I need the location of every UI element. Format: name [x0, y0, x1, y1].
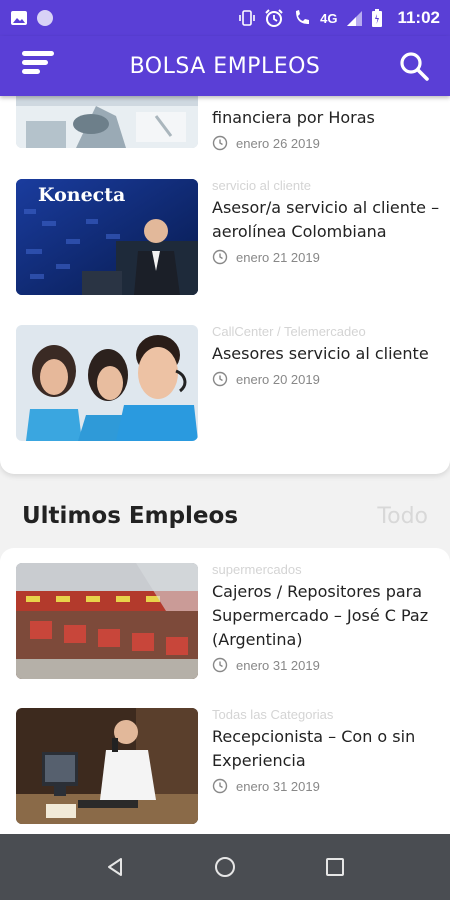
clock-icon — [212, 135, 228, 151]
home-icon[interactable] — [210, 852, 240, 882]
job-title: Asesores servicio al cliente — [212, 344, 429, 363]
job-date: enero 20 2019 — [212, 371, 440, 387]
app-bar: BOLSA EMPLEOS — [0, 36, 450, 96]
job-thumbnail: Konecta — [16, 179, 198, 295]
job-category: CallCenter / Telemercadeo — [212, 324, 366, 339]
back-icon[interactable] — [100, 852, 130, 882]
job-date: enero 31 2019 — [212, 778, 440, 794]
job-category: supermercados — [212, 562, 302, 577]
clock-icon — [212, 778, 228, 794]
job-category: servicio al cliente — [212, 178, 311, 193]
vibrate-icon — [239, 10, 255, 26]
network-type: 4G — [320, 10, 338, 26]
job-title: Asesor/a servicio al cliente – aerolínea… — [212, 198, 440, 241]
clock-time: 11:02 — [397, 8, 440, 27]
see-all-link[interactable]: Todo — [377, 504, 428, 529]
job-thumbnail — [16, 96, 198, 148]
job-item[interactable]: Konecta servicio al cliente Asesor/a ser… — [0, 178, 450, 298]
job-title: financiera por Horas — [212, 108, 375, 127]
app-title: BOLSA EMPLEOS — [129, 53, 321, 79]
circle-icon — [37, 10, 53, 26]
job-thumbnail — [16, 708, 198, 824]
recents-icon[interactable] — [320, 852, 350, 882]
job-date: enero 31 2019 — [212, 657, 440, 673]
job-date-text: enero 20 2019 — [236, 371, 320, 387]
featured-jobs-card: financiera por Horas enero 26 2019 Konec… — [0, 96, 450, 474]
job-date-text: enero 31 2019 — [236, 778, 320, 794]
job-date-text: enero 31 2019 — [236, 657, 320, 673]
wifi-call-icon — [296, 10, 310, 24]
status-bar: 4G 11:02 — [0, 0, 450, 36]
job-title: Recepcionista – Con o sin Experiencia — [212, 727, 416, 770]
clock-icon — [212, 249, 228, 265]
job-item[interactable]: CallCenter / Telemercadeo Asesores servi… — [0, 324, 450, 444]
latest-jobs-card: supermercados Cajeros / Repositores para… — [0, 548, 450, 834]
job-date: enero 26 2019 — [212, 135, 440, 151]
job-item[interactable]: supermercados Cajeros / Repositores para… — [0, 562, 450, 684]
job-title: Cajeros / Repositores para Supermercado … — [212, 582, 429, 649]
image-icon — [11, 11, 27, 25]
job-thumbnail — [16, 325, 198, 441]
content: financiera por Horas enero 26 2019 Konec… — [0, 96, 450, 834]
clock-icon — [212, 657, 228, 673]
job-date-text: enero 26 2019 — [236, 135, 320, 151]
search-icon[interactable] — [398, 50, 430, 82]
section-title: Ultimos Empleos — [22, 503, 239, 529]
job-date-text: enero 21 2019 — [236, 249, 320, 265]
clock-icon — [212, 371, 228, 387]
job-item[interactable]: financiera por Horas enero 26 2019 — [0, 96, 450, 154]
alarm-icon — [265, 9, 283, 27]
signal-icon — [347, 11, 363, 26]
latest-jobs-header: Ultimos Empleos Todo — [0, 486, 450, 546]
job-date: enero 21 2019 — [212, 249, 440, 265]
job-item[interactable]: Todas las Categorias Recepcionista – Con… — [0, 707, 450, 829]
job-category: Todas las Categorias — [212, 707, 334, 722]
job-thumbnail — [16, 563, 198, 679]
battery-icon — [372, 9, 383, 27]
system-nav-bar — [0, 834, 450, 900]
konecta-logo-text: Konecta — [38, 184, 125, 206]
